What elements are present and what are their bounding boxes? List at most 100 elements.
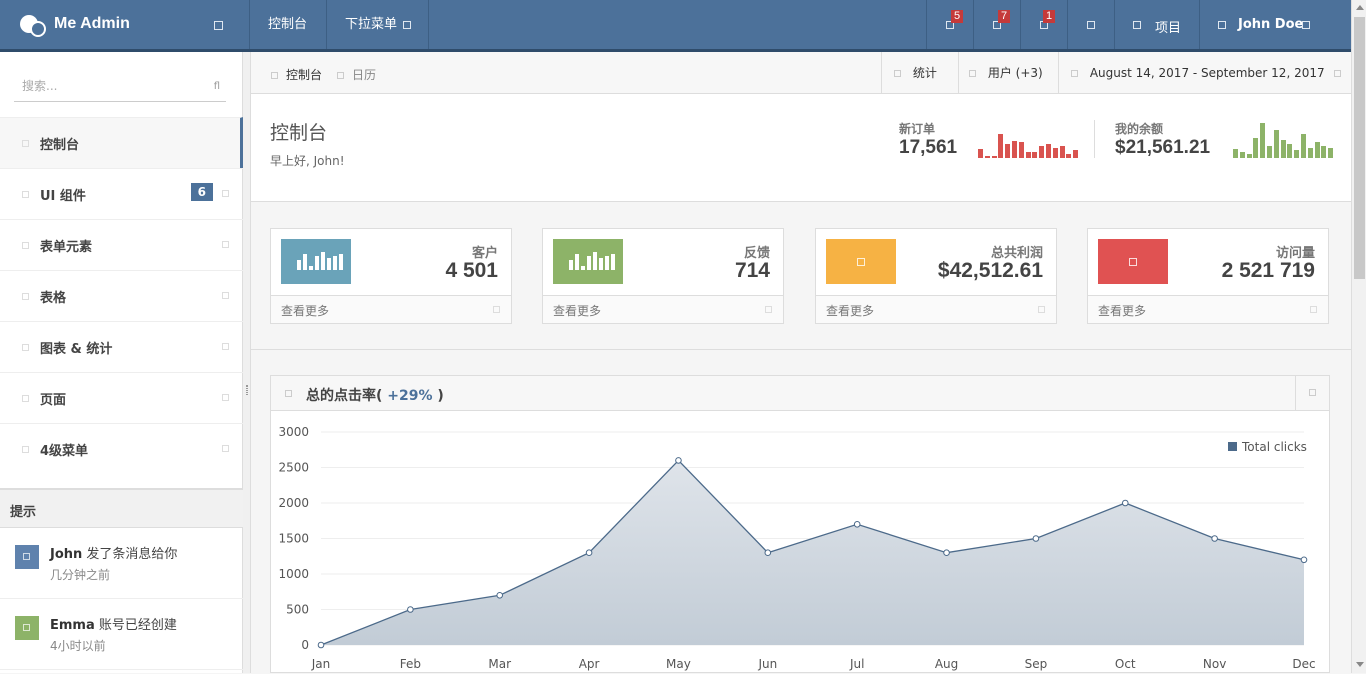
spark-bar <box>1032 152 1038 158</box>
calendar-icon <box>1071 70 1078 77</box>
breadcrumb-calendar[interactable]: 日历 <box>337 66 376 83</box>
ui-icon <box>22 191 29 198</box>
page-scrollbar[interactable] <box>1351 0 1366 673</box>
user-icon <box>15 616 39 640</box>
tasks-button[interactable]: 5 <box>926 0 973 49</box>
search-icon[interactable]: fl <box>214 81 220 92</box>
stats-button[interactable]: 统计 <box>881 52 958 94</box>
x-tick-label: Mar <box>488 657 511 671</box>
eye-icon <box>1098 239 1168 284</box>
data-point <box>1211 535 1218 542</box>
sidebar-item-forms[interactable]: 表单元素 <box>0 219 243 270</box>
users-button[interactable]: 用户 (+3) <box>958 52 1058 119</box>
card-feedback: 反馈 714 查看更多 <box>542 228 784 324</box>
sidebar-item-pages[interactable]: 页面 <box>0 372 243 423</box>
spark-bar <box>1233 149 1238 158</box>
count-badge: 6 <box>190 183 213 201</box>
tile-bar <box>611 254 615 270</box>
sidebar-item-ui[interactable]: UI 组件 6 <box>0 168 243 219</box>
spark-bar <box>1280 140 1286 158</box>
spark-bar <box>1012 141 1017 158</box>
y-tick-label: 2000 <box>278 496 309 510</box>
x-tick-label: Nov <box>1203 657 1226 671</box>
spark-bar <box>998 134 1004 158</box>
alerts-button[interactable]: 1 <box>1020 0 1067 49</box>
sidebar-item-multilevel[interactable]: 4级菜单 <box>0 423 243 474</box>
spark-bar <box>1018 142 1024 158</box>
area-fill <box>321 460 1304 645</box>
new-orders-value: 17,561 <box>899 137 958 158</box>
sidebar-item-dashboard[interactable]: 控制台 <box>0 117 243 168</box>
tile-bar <box>339 254 343 270</box>
sidebar-item-label: 表单元素 <box>40 240 93 255</box>
projects-label: 项目 <box>1155 21 1182 36</box>
spark-bar <box>984 156 990 158</box>
y-tick-label: 2500 <box>278 461 309 475</box>
spark-bar <box>978 149 983 158</box>
sidebar-item-charts[interactable]: 图表 & 统计 <box>0 321 243 372</box>
users-label: 用户 (+3) <box>987 66 1043 80</box>
tips-header: 提示 <box>0 488 243 528</box>
view-more-link[interactable]: 查看更多 <box>1088 295 1328 323</box>
tip-item[interactable]: Emma 账号已经创建 4小时以前 <box>0 599 243 670</box>
balance-label: 我的余额 <box>1115 122 1164 136</box>
x-tick-label: Jul <box>849 657 864 671</box>
dashboard-icon <box>22 140 29 147</box>
panel-options-button[interactable] <box>1295 376 1329 410</box>
search-input[interactable]: 搜索... fl <box>14 72 226 102</box>
brand[interactable]: Me Admin <box>0 0 250 49</box>
tile-bar <box>575 254 579 270</box>
y-tick-label: 0 <box>301 638 309 652</box>
stat-cards: 客户 4 501 查看更多 反馈 714 查看更多 总共利润 $42,512.6… <box>251 202 1351 350</box>
tile-bar <box>599 258 603 270</box>
fullscreen-button[interactable] <box>1067 0 1114 49</box>
tip-item[interactable]: John 发了条消息给你 几分钟之前 <box>0 528 243 599</box>
daterange-picker[interactable]: August 14, 2017 - September 12, 2017 <box>1058 52 1351 94</box>
scroll-up-icon[interactable] <box>1356 5 1364 10</box>
messages-button[interactable]: 7 <box>973 0 1020 49</box>
spark-bar <box>1005 144 1011 158</box>
sidebar-item-label: 页面 <box>40 393 67 408</box>
tile-bar <box>315 256 319 270</box>
chevron-icon <box>222 394 229 401</box>
messages-badge: 7 <box>998 10 1011 23</box>
data-point <box>853 521 861 528</box>
view-more-link[interactable]: 查看更多 <box>543 295 783 323</box>
data-point <box>675 457 682 464</box>
legend-swatch <box>1228 442 1237 451</box>
sidebar-item-tables[interactable]: 表格 <box>0 270 243 321</box>
page-icon <box>22 395 29 402</box>
nav-dashboard[interactable]: 控制台 <box>250 0 327 49</box>
spark-bar <box>1239 152 1245 158</box>
scrollbar-thumb[interactable] <box>1354 17 1365 279</box>
caret-icon <box>403 20 412 29</box>
daterange-label: August 14, 2017 - September 12, 2017 <box>1089 66 1325 80</box>
card-value: 714 <box>734 259 770 282</box>
change-value: +29% <box>387 388 433 404</box>
chevron-icon <box>222 190 229 197</box>
spark-bar <box>1025 152 1031 158</box>
breadcrumb: 控制台 日历 统计 用户 (+3) August 14, 2017 - Sept… <box>251 52 1351 119</box>
spark-bar <box>1321 146 1327 158</box>
data-point <box>317 641 325 649</box>
projects-button[interactable]: 项目 <box>1114 0 1199 49</box>
y-tick-label: 1500 <box>278 532 309 546</box>
legend-label: Total clicks <box>1241 440 1307 454</box>
message-icon <box>15 545 39 569</box>
menu-icon <box>22 446 29 453</box>
user-menu[interactable]: John Doe <box>1199 0 1351 49</box>
x-tick-label: Oct <box>1115 657 1136 671</box>
spark-bar <box>1301 134 1306 158</box>
view-more-link[interactable]: 查看更多 <box>271 295 511 323</box>
x-tick-label: Feb <box>400 657 421 671</box>
nav-dropdown[interactable]: 下拉菜单 <box>327 0 429 49</box>
sidebar-toggle-icon[interactable] <box>214 21 223 30</box>
breadcrumb-home[interactable]: 控制台 <box>271 66 322 83</box>
sidebar-resize-handle[interactable] <box>243 52 251 673</box>
x-tick-label: May <box>666 657 691 671</box>
chevron-icon <box>222 343 229 350</box>
view-more-link[interactable]: 查看更多 <box>816 295 1056 323</box>
clicks-chart: 0 500 1000 1500 2000 2500 3000 Jan Feb Mar Apr May J… <box>278 425 1315 671</box>
data-point <box>407 606 414 613</box>
scroll-down-icon[interactable] <box>1356 662 1364 667</box>
